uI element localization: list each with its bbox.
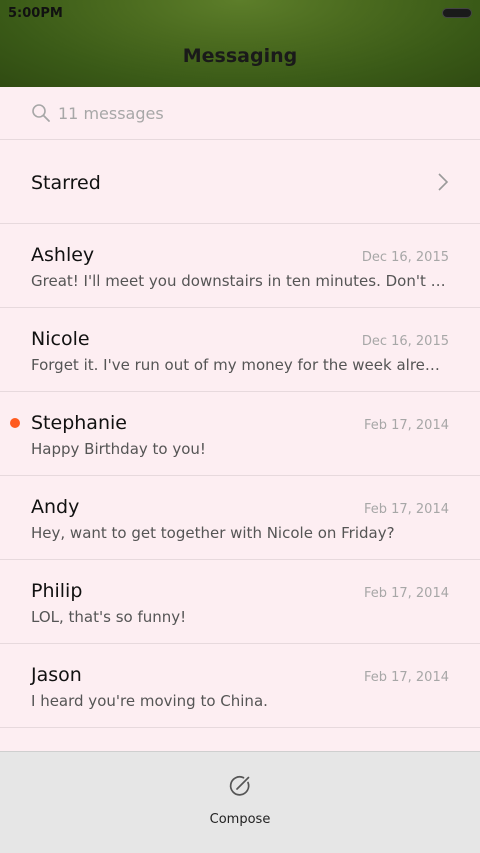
page-title: Messaging <box>182 45 298 67</box>
contact-name: Philip <box>31 580 83 602</box>
list-item[interactable]: Nicole Dec 16, 2015 Forget it. I've run … <box>0 308 480 392</box>
starred-label: Starred <box>31 172 101 194</box>
contact-name: Nicole <box>31 328 90 350</box>
message-preview: LOL, that's so funny! <box>31 608 187 626</box>
message-preview: I heard you're moving to China. <box>31 692 268 710</box>
message-list: 11 messages Starred Ashley Dec 16, 2015 … <box>0 87 480 728</box>
contact-name: Stephanie <box>31 412 127 434</box>
bottom-toolbar: Compose <box>0 751 480 853</box>
status-time: 5:00PM <box>8 6 63 21</box>
search-icon <box>32 104 50 122</box>
chevron-right-icon <box>438 173 449 191</box>
search-bar[interactable]: 11 messages <box>0 87 480 140</box>
message-date: Feb 17, 2014 <box>363 418 449 433</box>
message-date: Dec 16, 2015 <box>361 250 449 265</box>
message-date: Feb 17, 2014 <box>363 586 449 601</box>
list-item[interactable]: Ashley Dec 16, 2015 Great! I'll meet you… <box>0 224 480 308</box>
contact-name: Andy <box>31 496 80 518</box>
battery-icon <box>442 8 472 18</box>
message-date: Feb 17, 2014 <box>363 670 449 685</box>
message-preview: Hey, want to get together with Nicole on… <box>31 524 395 542</box>
list-item[interactable]: Andy Feb 17, 2014 Hey, want to get toget… <box>0 476 480 560</box>
message-date: Feb 17, 2014 <box>363 502 449 517</box>
message-date: Dec 16, 2015 <box>361 334 449 349</box>
starred-row[interactable]: Starred <box>0 140 480 224</box>
message-preview: Forget it. I've run out of my money for … <box>31 356 449 374</box>
list-item[interactable]: Jason Feb 17, 2014 I heard you're moving… <box>0 644 480 728</box>
list-item[interactable]: Philip Feb 17, 2014 LOL, that's so funny… <box>0 560 480 644</box>
compose-icon[interactable] <box>228 774 252 798</box>
app-header: 5:00PM Messaging <box>0 0 480 87</box>
contact-name: Jason <box>31 664 82 686</box>
contact-name: Ashley <box>31 244 95 266</box>
search-placeholder: 11 messages <box>58 103 164 123</box>
unread-dot-icon <box>10 418 20 428</box>
message-preview: Great! I'll meet you downstairs in ten m… <box>31 272 449 290</box>
message-preview: Happy Birthday to you! <box>31 440 206 458</box>
list-item[interactable]: Stephanie Feb 17, 2014 Happy Birthday to… <box>0 392 480 476</box>
compose-button[interactable]: Compose <box>0 812 480 827</box>
